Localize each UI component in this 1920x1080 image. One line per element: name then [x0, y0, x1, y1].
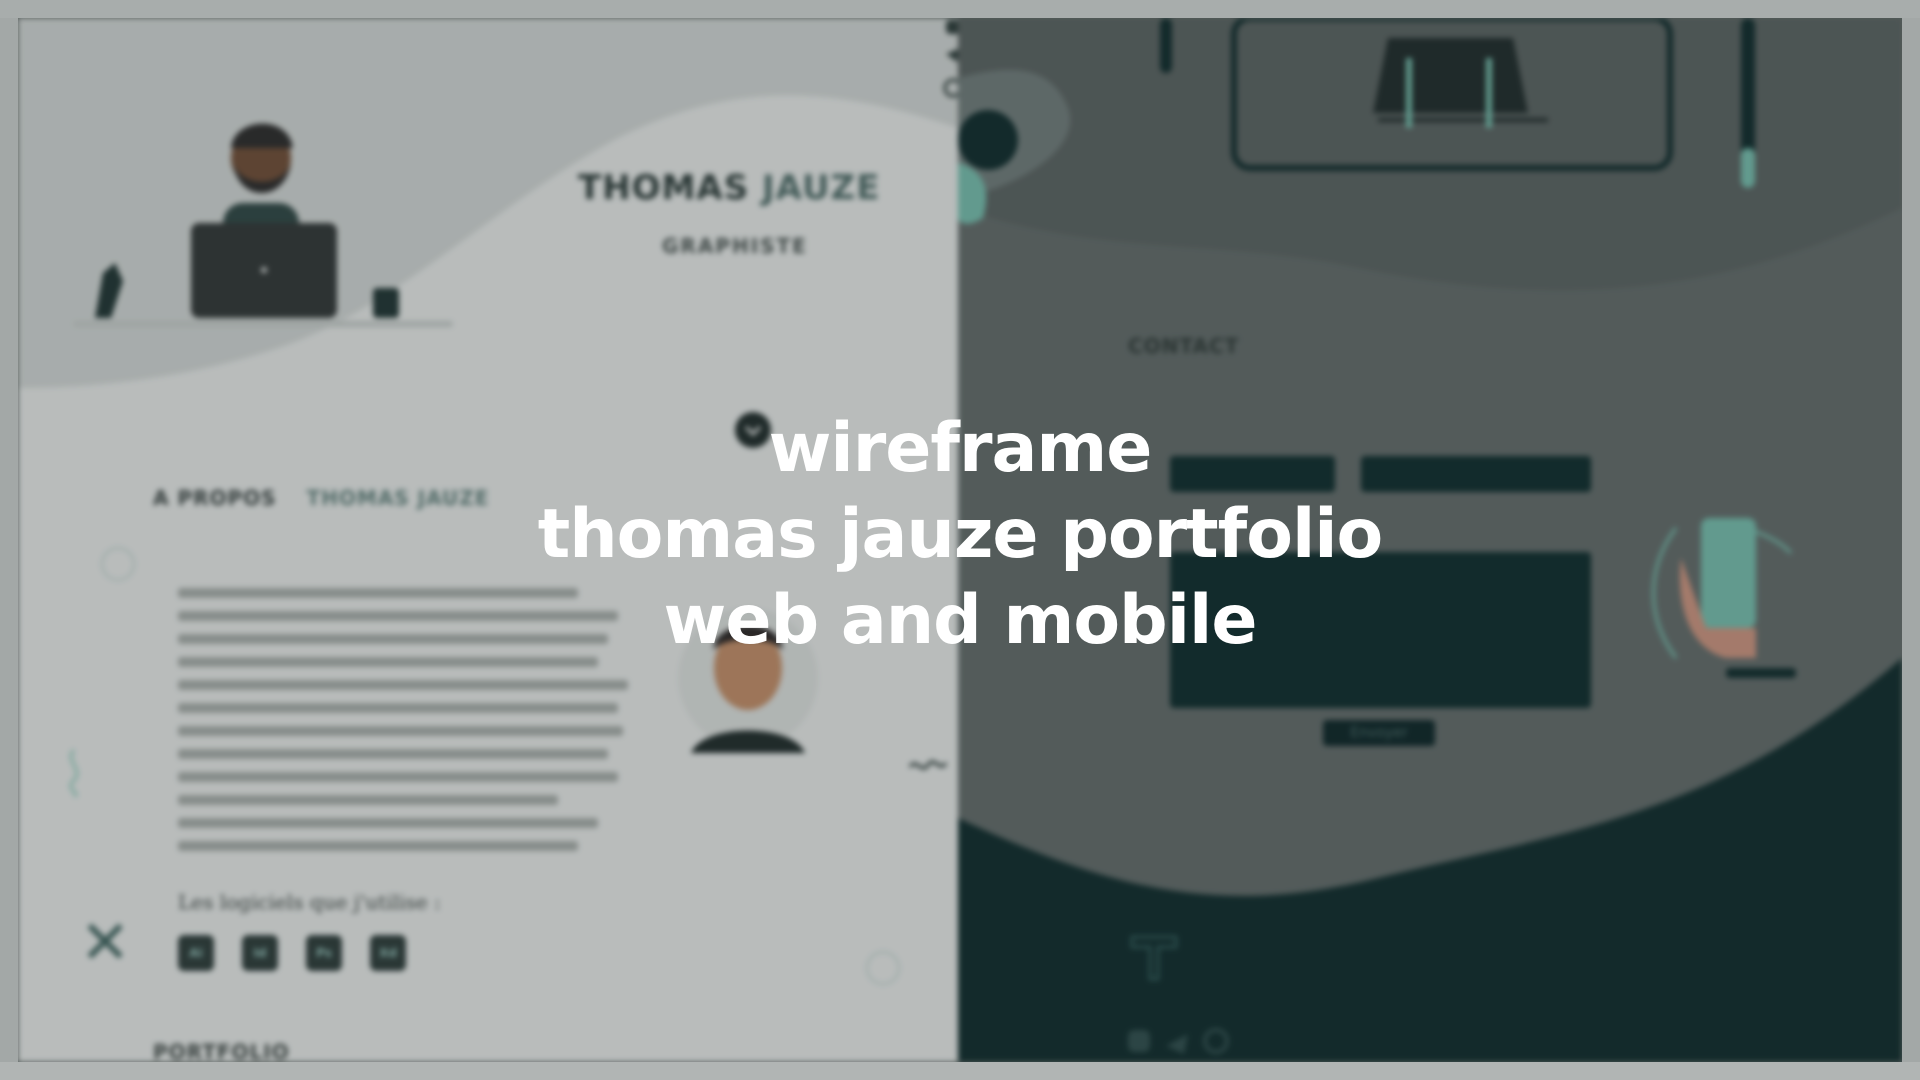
- headline: wireframe thomas jauze portfolio web and…: [18, 406, 1902, 664]
- headline-line-1: wireframe: [768, 409, 1153, 488]
- mockup-frame: THOMAS JAUZE GRAPHISTE A PROPOS THOMAS J…: [18, 18, 1902, 1062]
- top-border: [0, 0, 1920, 18]
- headline-line-2: thomas jauze portfolio: [537, 495, 1384, 574]
- headline-line-3: web and mobile: [663, 581, 1258, 660]
- bottom-border: [0, 1062, 1920, 1080]
